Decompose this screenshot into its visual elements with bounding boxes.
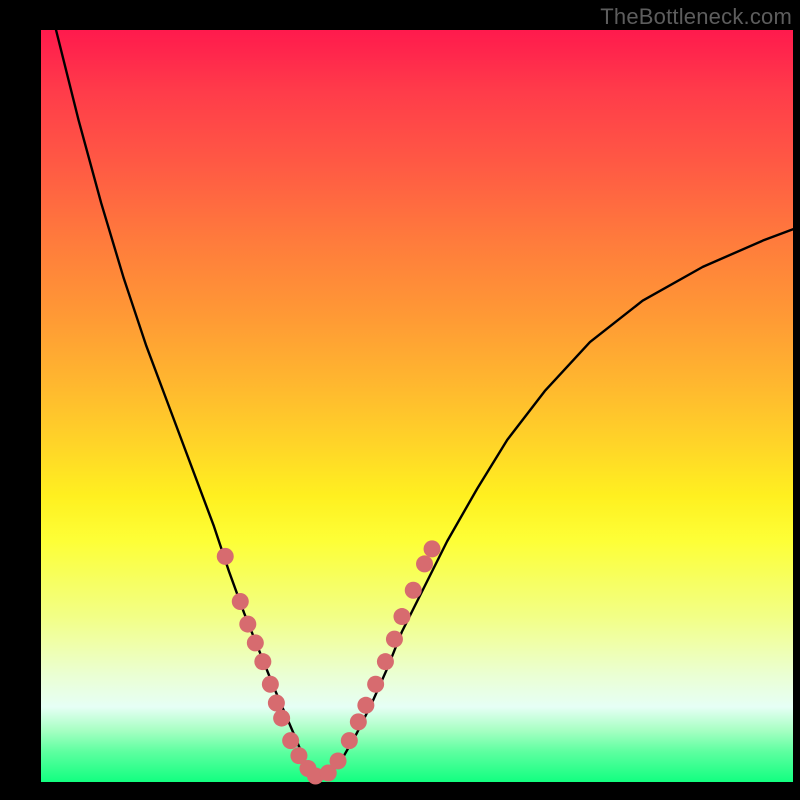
chart-svg bbox=[41, 30, 793, 782]
curve-marker bbox=[273, 710, 290, 727]
watermark-text: TheBottleneck.com bbox=[600, 4, 792, 30]
plot-area bbox=[41, 30, 793, 782]
bottleneck-curve bbox=[56, 30, 793, 778]
curve-marker bbox=[416, 555, 433, 572]
curve-marker bbox=[393, 608, 410, 625]
curve-marker bbox=[268, 695, 285, 712]
outer-frame: TheBottleneck.com bbox=[0, 0, 800, 800]
curve-marker bbox=[247, 634, 264, 651]
curve-marker bbox=[330, 752, 347, 769]
curve-marker bbox=[357, 697, 374, 714]
curve-marker bbox=[424, 540, 441, 557]
curve-marker bbox=[341, 732, 358, 749]
curve-marker bbox=[254, 653, 271, 670]
curve-marker bbox=[386, 631, 403, 648]
curve-marker bbox=[239, 616, 256, 633]
curve-marker bbox=[377, 653, 394, 670]
curve-marker bbox=[217, 548, 234, 565]
curve-marker bbox=[405, 582, 422, 599]
curve-marker bbox=[232, 593, 249, 610]
curve-marker bbox=[262, 676, 279, 693]
curve-marker bbox=[350, 713, 367, 730]
curve-marker bbox=[282, 732, 299, 749]
curve-markers bbox=[217, 540, 441, 784]
curve-marker bbox=[367, 676, 384, 693]
